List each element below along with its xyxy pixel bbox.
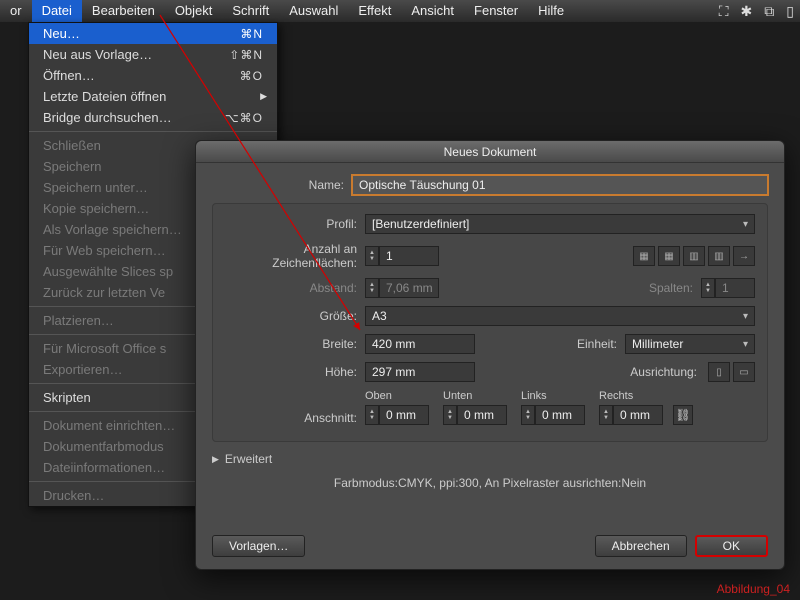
grid-row-rtl-icon[interactable]: ▦	[658, 246, 680, 266]
link-bleed-icon[interactable]: ⛓	[673, 405, 693, 425]
bleed-links-input[interactable]: ▲▼	[521, 405, 585, 425]
hoehe-input[interactable]	[365, 362, 475, 382]
name-input[interactable]	[352, 175, 768, 195]
menu-hilfe[interactable]: Hilfe	[528, 0, 574, 22]
menu-item-letzte[interactable]: Letzte Dateien öffnen	[29, 86, 277, 107]
arrow-right-icon[interactable]: →	[733, 246, 755, 266]
grid-col-rtl-icon[interactable]: ▥	[708, 246, 730, 266]
breite-input[interactable]	[365, 334, 475, 354]
menu-objekt[interactable]: Objekt	[165, 0, 223, 22]
bleed-rechts-input[interactable]: ▲▼	[599, 405, 663, 425]
orientation-portrait-icon[interactable]: ▯	[708, 362, 730, 382]
spalten-label: Spalten:	[649, 281, 701, 295]
menu-bearbeiten[interactable]: Bearbeiten	[82, 0, 165, 22]
einheit-select[interactable]: Millimeter	[625, 334, 755, 354]
bleed-links-label: Links	[521, 390, 585, 402]
menu-datei[interactable]: Datei	[32, 0, 82, 22]
profil-select[interactable]: [Benutzerdefiniert]	[365, 214, 755, 234]
menu-item-neu-vorlage[interactable]: Neu aus Vorlage…⇧⌘N	[29, 44, 277, 65]
bluetooth-icon: ✱	[735, 0, 759, 22]
spalten-spinner: ▲▼	[701, 278, 755, 298]
hoehe-label: Höhe:	[225, 365, 365, 379]
groesse-label: Größe:	[225, 309, 365, 323]
menu-item-neu[interactable]: Neu…⌘N	[29, 23, 277, 44]
abbrechen-button[interactable]: Abbrechen	[595, 535, 687, 557]
menu-schrift[interactable]: Schrift	[222, 0, 279, 22]
menu-ansicht[interactable]: Ansicht	[401, 0, 464, 22]
orientation-landscape-icon[interactable]: ▭	[733, 362, 755, 382]
menu-auswahl[interactable]: Auswahl	[279, 0, 348, 22]
einheit-label: Einheit:	[577, 337, 625, 351]
cloud-icon: ⛶	[713, 0, 735, 22]
menubar: or Datei Bearbeiten Objekt Schrift Auswa…	[0, 0, 800, 22]
profil-label: Profil:	[225, 217, 365, 231]
menu-effekt[interactable]: Effekt	[348, 0, 401, 22]
groesse-select[interactable]: A3	[365, 306, 755, 326]
bleed-unten-label: Unten	[443, 390, 507, 402]
app-menu[interactable]: or	[0, 0, 32, 22]
chevron-right-icon: ▶	[212, 454, 219, 465]
new-document-dialog: Neues Dokument Name: Profil: [Benutzerde…	[195, 140, 785, 570]
grid-row-ltr-icon[interactable]: ▦	[633, 246, 655, 266]
dialog-title: Neues Dokument	[196, 141, 784, 163]
anschnitt-label: Anschnitt:	[225, 411, 365, 425]
wifi-icon: ⧉	[758, 0, 780, 22]
bleed-oben-input[interactable]: ▲▼	[365, 405, 429, 425]
menu-item-oeffnen[interactable]: Öffnen…⌘O	[29, 65, 277, 86]
name-label: Name:	[212, 178, 352, 192]
bleed-unten-input[interactable]: ▲▼	[443, 405, 507, 425]
battery-icon: ▯	[780, 0, 800, 22]
vorlagen-button[interactable]: Vorlagen…	[212, 535, 305, 557]
menu-fenster[interactable]: Fenster	[464, 0, 528, 22]
abstand-spinner: ▲▼	[365, 278, 439, 298]
abstand-label: Abstand:	[225, 281, 365, 295]
bleed-oben-label: Oben	[365, 390, 429, 402]
figure-caption: Abbildung_04	[717, 582, 790, 596]
footer-info: Farbmodus:CMYK, ppi:300, An Pixelraster …	[212, 476, 768, 490]
bleed-rechts-label: Rechts	[599, 390, 663, 402]
grid-col-ltr-icon[interactable]: ▥	[683, 246, 705, 266]
artboards-spinner[interactable]: ▲▼	[365, 246, 439, 266]
breite-label: Breite:	[225, 337, 365, 351]
ausrichtung-label: Ausrichtung:	[630, 365, 705, 379]
artboards-label: Anzahl an Zeichenflächen:	[225, 242, 365, 270]
menu-item-bridge[interactable]: Bridge durchsuchen…⌥⌘O	[29, 107, 277, 128]
settings-group: Profil: [Benutzerdefiniert] Anzahl an Ze…	[212, 203, 768, 442]
erweitert-toggle[interactable]: ▶ Erweitert	[212, 452, 768, 466]
ok-button[interactable]: OK	[695, 535, 768, 557]
